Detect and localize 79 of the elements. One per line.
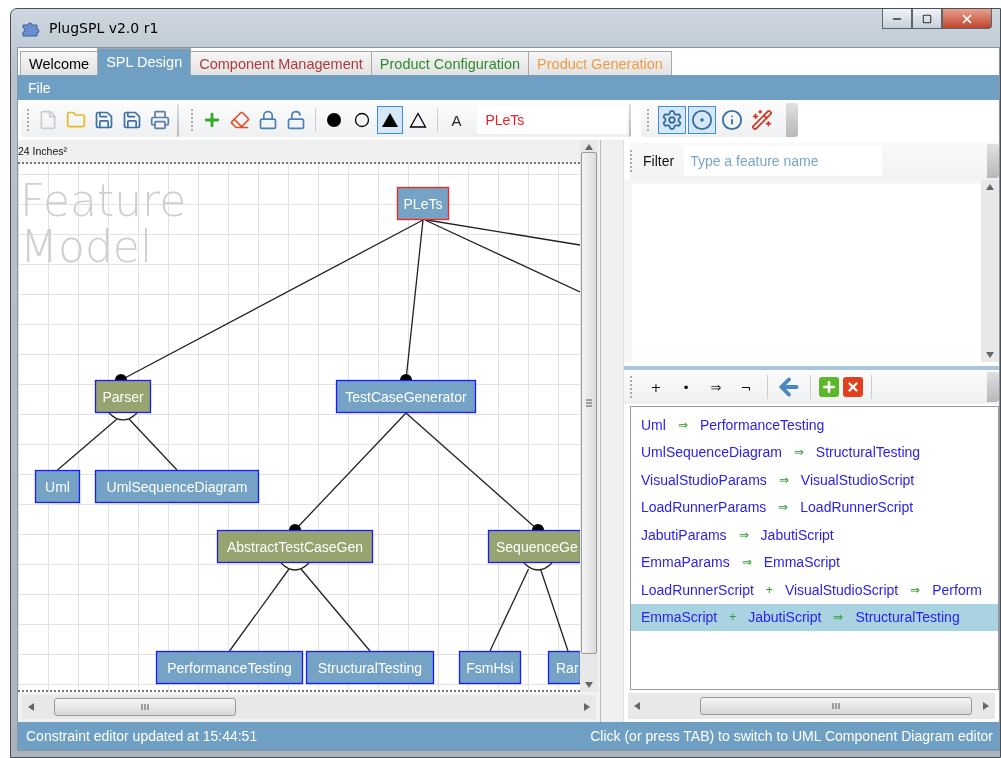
name-field[interactable]: PLeTs [477, 106, 628, 134]
add-icon[interactable] [819, 377, 839, 397]
feature-node[interactable]: UmlSequenceDiagram [94, 469, 260, 504]
toolbar-grip[interactable] [190, 109, 194, 131]
feature-node[interactable]: StructuralTesting [305, 650, 435, 685]
eraser-icon[interactable] [230, 109, 251, 131]
shape-tool-button[interactable] [377, 106, 404, 134]
feature-node[interactable]: FsmHsi [458, 650, 522, 685]
scroll-arrow-icon[interactable] [634, 702, 640, 710]
constraint-row[interactable]: VisualStudioParams ⇒ VisualStudioScript [631, 466, 998, 494]
scroll-arrow-icon[interactable] [28, 703, 34, 711]
triangle-icon[interactable] [409, 112, 428, 128]
scroll-arrow-icon[interactable] [585, 144, 593, 150]
operator-button[interactable]: ⇒ [703, 374, 729, 400]
group-arc [280, 562, 310, 571]
tab[interactable]: Component Management [190, 51, 372, 75]
vertical-scrollbar[interactable] [981, 180, 999, 362]
tab[interactable]: Welcome [20, 51, 99, 75]
constraint-row[interactable]: EmmaParams ⇒ EmmaScript [631, 548, 998, 576]
save-icon[interactable] [94, 109, 115, 131]
status-text: Constraint editor updated at 15:44:51 [26, 728, 258, 744]
scroll-arrow-icon[interactable] [986, 184, 994, 190]
horizontal-scrollbar[interactable] [628, 693, 995, 719]
scroll-arrow-icon[interactable] [584, 703, 590, 711]
ruler-label: 24 Inches² [18, 145, 68, 157]
operator-button[interactable]: + [643, 374, 669, 400]
delete-icon[interactable] [843, 377, 863, 397]
feature-node[interactable]: Uml [34, 469, 81, 504]
circle-icon[interactable] [354, 112, 371, 128]
connector-line [128, 418, 178, 471]
grip-icon [586, 399, 592, 407]
lock-icon[interactable] [258, 109, 279, 131]
feature-node[interactable]: SequenceGe [487, 529, 580, 564]
filter-field[interactable]: Type a feature name [684, 146, 883, 176]
constraint-row[interactable]: LoadRunnerScript + VisualStudioScript ⇒ Perform [631, 576, 998, 604]
scroll-arrow-icon[interactable] [585, 682, 593, 688]
feature-node[interactable]: AbstractTestCaseGen [216, 529, 374, 564]
scroll-arrow-icon[interactable] [983, 702, 989, 710]
status-hint: Click (or press TAB) to switch to UML Component Diagram editor [590, 728, 993, 744]
feature-node[interactable]: PLeTs [396, 186, 450, 221]
toolbar-grip[interactable] [630, 150, 635, 172]
feature-node[interactable]: PerformanceTesting [155, 650, 304, 685]
close-button[interactable] [942, 9, 992, 29]
constraint-row[interactable]: UmlSequenceDiagram ⇒ StructuralTesting [631, 438, 998, 466]
window-title: PlugSPL v2.0 r1 [49, 20, 159, 36]
save-icon[interactable] [122, 109, 143, 131]
constraint-row[interactable]: LoadRunnerParams ⇒ LoadRunnerScript [631, 493, 998, 521]
toolbar-grip[interactable] [647, 109, 652, 131]
minimize-button[interactable] [882, 9, 912, 29]
constraint-row[interactable]: JabutiParams ⇒ JabutiScript [631, 521, 998, 549]
printer-icon[interactable] [150, 109, 171, 131]
horizontal-scrollbar[interactable] [22, 695, 596, 719]
constraint-row[interactable]: EmmaScript + JabutiScript ⇒ StructuralTesting [631, 603, 998, 631]
scroll-arrow-icon[interactable] [986, 352, 994, 358]
filter-label: Filter [643, 153, 675, 169]
group-arc [523, 562, 553, 571]
toolbar-grip[interactable] [630, 376, 635, 398]
feature-node[interactable]: Rar [547, 650, 580, 685]
puzzle-icon [21, 19, 41, 37]
connector-line [56, 418, 118, 471]
menu-item[interactable]: File [24, 77, 55, 98]
font-button[interactable]: A [443, 106, 470, 134]
grip-icon [141, 704, 149, 710]
maximize-button[interactable] [912, 9, 942, 29]
grip-icon [832, 703, 840, 709]
tab[interactable]: Product Configuration [370, 51, 530, 75]
toolbar-grip[interactable] [27, 109, 30, 131]
vertical-scrollbar[interactable] [580, 140, 598, 692]
operator-button[interactable]: • [673, 374, 699, 400]
tab[interactable]: SPL Design [97, 48, 192, 75]
constraint-row[interactable]: Uml ⇒ PerformanceTesting [631, 411, 998, 439]
unlock-icon[interactable] [286, 109, 307, 131]
operator-button[interactable]: ¬ [733, 374, 759, 400]
filled-triangle-icon[interactable] [381, 112, 400, 128]
feature-node[interactable]: Parser [94, 379, 152, 414]
maximize-icon[interactable] [922, 13, 932, 24]
filled-circle-icon[interactable] [326, 112, 343, 128]
group-arc [108, 412, 138, 421]
feature-node[interactable]: TestCaseGenerator [335, 379, 477, 414]
